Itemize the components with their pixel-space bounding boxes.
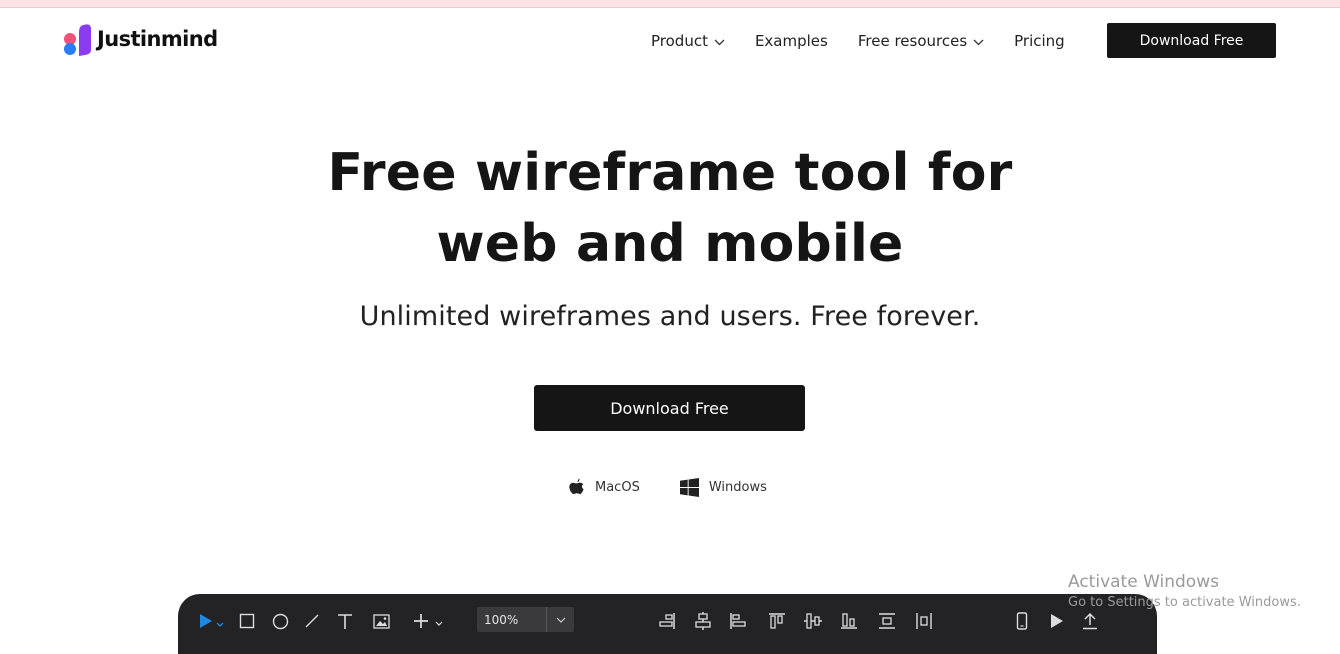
logo-text: Justinmind <box>97 27 218 51</box>
editor-toolbar: 100% <box>178 594 1157 654</box>
logo[interactable]: Justinmind <box>63 22 218 56</box>
watermark-subtitle: Go to Settings to activate Windows. <box>1068 595 1301 610</box>
align-center-horizontal-icon[interactable] <box>694 611 712 631</box>
hero-title: Free wireframe tool for web and mobile <box>0 138 1340 280</box>
mobile-device-icon[interactable] <box>1016 611 1028 631</box>
line-icon[interactable] <box>304 611 320 631</box>
distribute-horizontal-icon[interactable] <box>915 611 933 631</box>
export-upload-icon[interactable] <box>1082 611 1098 631</box>
align-bottom-icon[interactable] <box>840 611 858 631</box>
windows-icon <box>679 478 699 497</box>
top-strip <box>0 0 1340 8</box>
hero-download-button[interactable]: Download Free <box>534 385 805 431</box>
distribute-vertical-icon[interactable] <box>878 611 896 631</box>
hero-title-line-1: Free wireframe tool for <box>327 143 1013 203</box>
nav-item-product[interactable]: Product <box>651 32 725 50</box>
nav-item-free-resources[interactable]: Free resources <box>858 32 984 50</box>
play-simulate-icon[interactable] <box>1049 611 1065 631</box>
hero-title-line-2: web and mobile <box>436 214 904 274</box>
chevron-down-icon <box>714 32 725 50</box>
header-download-button[interactable]: Download Free <box>1107 23 1276 58</box>
platform-label: MacOS <box>595 480 640 495</box>
platform-label: Windows <box>708 480 767 495</box>
zoom-select[interactable]: 100% <box>477 607 574 632</box>
align-top-icon[interactable] <box>768 611 786 631</box>
add-icon[interactable] <box>412 611 448 631</box>
justinmind-logo-icon <box>63 22 93 56</box>
platform-list: MacOS Windows <box>568 478 767 497</box>
zoom-value: 100% <box>484 612 519 627</box>
watermark-title: Activate Windows <box>1068 572 1219 592</box>
activate-windows-watermark: Activate Windows Go to Settings to activ… <box>1068 572 1301 610</box>
nav-item-pricing[interactable]: Pricing <box>1014 32 1065 50</box>
align-left-icon[interactable] <box>729 611 747 631</box>
platform-windows[interactable]: Windows <box>679 478 767 497</box>
align-middle-vertical-icon[interactable] <box>804 611 822 631</box>
main-nav: Product Examples Free resources Pricing <box>651 32 1065 50</box>
nav-item-label: Pricing <box>1014 32 1065 50</box>
nav-item-label: Free resources <box>857 32 968 50</box>
nav-item-label: Examples <box>754 32 828 50</box>
nav-item-label: Product <box>651 32 708 50</box>
apple-icon <box>569 478 584 495</box>
hero-subtitle: Unlimited wireframes and users. Free for… <box>359 301 981 332</box>
nav-item-examples[interactable]: Examples <box>755 32 828 50</box>
ellipse-icon[interactable] <box>272 611 289 631</box>
align-right-icon[interactable] <box>658 611 676 631</box>
text-icon[interactable] <box>337 611 353 631</box>
platform-macos[interactable]: MacOS <box>568 478 640 497</box>
rectangle-icon[interactable] <box>239 611 255 631</box>
select-arrow-icon[interactable] <box>198 611 226 631</box>
chevron-down-icon[interactable] <box>546 607 574 632</box>
image-icon[interactable] <box>373 611 390 631</box>
chevron-down-icon <box>973 32 984 50</box>
